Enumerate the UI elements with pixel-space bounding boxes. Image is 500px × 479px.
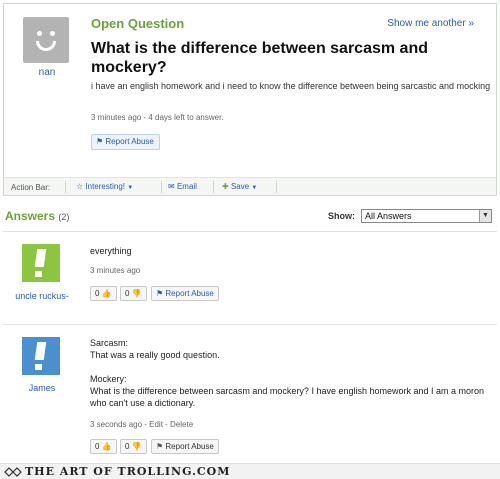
save-label: Save (230, 182, 250, 191)
thumbs-down-count: 0 (125, 442, 130, 451)
answer-meta[interactable]: 3 seconds ago - Edit - Delete (90, 420, 193, 429)
flag-icon: ⚑ (96, 137, 104, 146)
report-abuse-button[interactable]: ⚑ Report Abuse (91, 134, 160, 150)
exclamation-icon (34, 342, 47, 360)
watermark-bar: THE ART OF TROLLING.COM (0, 463, 500, 479)
answer-line: Sarcasm: (90, 338, 129, 348)
answers-title: Answers (5, 209, 56, 223)
question-panel: nan Open Question Show me another » What… (3, 3, 497, 196)
question-body: i have an english homework and i need to… (91, 81, 491, 91)
thumbs-up-button[interactable]: 0 👍 (90, 286, 117, 301)
divider (3, 231, 497, 232)
divider (3, 324, 497, 325)
answer-meta: 3 minutes ago (90, 266, 141, 275)
email-label: Email (176, 182, 197, 191)
question-meta: 3 minutes ago - 4 days left to answer. (91, 113, 224, 122)
report-abuse-label: Report Abuse (105, 137, 154, 146)
action-bar-label: Action Bar: (11, 183, 51, 192)
exclamation-dot (35, 271, 42, 277)
answer-text: everything (90, 246, 132, 256)
thumbs-down-button[interactable]: 0 👎 (120, 439, 147, 454)
plus-icon: ✚ (222, 182, 229, 191)
answer-line: Mockery: (90, 374, 127, 384)
chevron-down-icon: ▼ (251, 185, 258, 191)
thumbs-up-icon: 👍 (101, 442, 112, 451)
report-abuse-label: Report Abuse (165, 442, 214, 451)
avatar-eye-left (37, 31, 42, 36)
answer-line: What is the difference between sarcasm a… (90, 386, 485, 408)
email-button[interactable]: ✉ Email (168, 182, 197, 191)
divider (161, 181, 162, 193)
thumbs-down-button[interactable]: 0 👎 (120, 286, 147, 301)
thumbs-up-count: 0 (95, 289, 100, 298)
asker-name[interactable]: nan (22, 67, 72, 78)
divider (213, 181, 214, 193)
question-status: Open Question (91, 16, 185, 31)
chevron-down-icon: ▼ (127, 185, 134, 191)
show-filter-value: All Answers (365, 211, 412, 221)
chevron-down-icon[interactable]: ▼ (479, 210, 491, 222)
thumbs-up-count: 0 (95, 442, 100, 451)
flag-icon: ⚑ (156, 442, 164, 451)
answer-line: That was a really good question. (90, 350, 220, 360)
report-abuse-button[interactable]: ⚑ Report Abuse (151, 286, 219, 301)
troll-logo-icon (4, 467, 22, 477)
thumbs-up-icon: 👍 (101, 289, 112, 298)
show-filter-select[interactable]: All Answers ▼ (361, 209, 492, 223)
divider (65, 181, 66, 193)
star-icon: ☆ (76, 182, 84, 191)
answer-text: Sarcasm: That was a really good question… (90, 337, 485, 409)
avatar-eye-right (50, 31, 55, 36)
save-button[interactable]: ✚ Save ▼ (222, 182, 257, 191)
action-bar: Action Bar: ☆ Interesting! ▼ ✉ Email ✚ S… (4, 177, 496, 195)
report-abuse-label: Report Abuse (165, 289, 214, 298)
avatar-smile (36, 41, 56, 51)
question-title: What is the difference between sarcasm a… (91, 40, 428, 76)
exclamation-icon (34, 249, 47, 267)
interesting-button[interactable]: ☆ Interesting! ▼ (76, 182, 133, 191)
show-filter-label: Show: (328, 211, 355, 221)
asker-avatar[interactable] (23, 17, 69, 63)
thumbs-down-icon: 👎 (131, 442, 142, 451)
watermark-text: THE ART OF TROLLING.COM (25, 465, 231, 478)
divider (276, 181, 277, 193)
thumbs-up-button[interactable]: 0 👍 (90, 439, 117, 454)
exclamation-dot (35, 364, 42, 370)
report-abuse-button[interactable]: ⚑ Report Abuse (151, 439, 219, 454)
thumbs-down-count: 0 (125, 289, 130, 298)
answerer-name[interactable]: uncle ruckus- (12, 290, 72, 302)
show-another-link[interactable]: Show me another » (387, 18, 474, 29)
answers-count: (2) (58, 212, 70, 222)
envelope-icon: ✉ (168, 182, 175, 191)
thumbs-down-icon: 👎 (131, 289, 142, 298)
answers-heading: Answers (2) (5, 209, 69, 223)
answerer-avatar[interactable] (22, 244, 60, 282)
flag-icon: ⚑ (156, 289, 164, 298)
answerer-name[interactable]: James (12, 382, 72, 394)
answer-line (90, 361, 485, 373)
answerer-avatar[interactable] (22, 337, 60, 375)
interesting-label: Interesting! (85, 182, 125, 191)
